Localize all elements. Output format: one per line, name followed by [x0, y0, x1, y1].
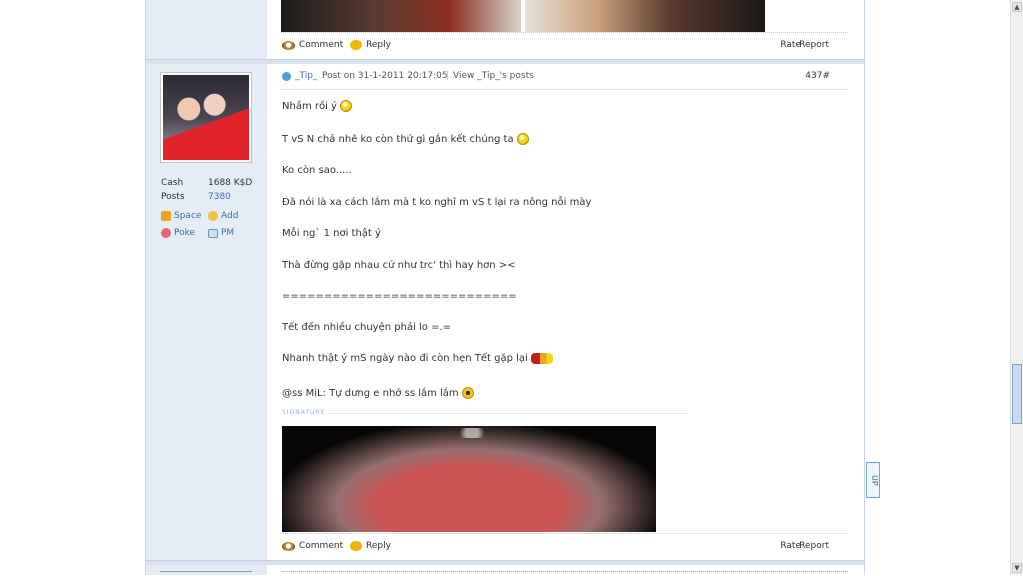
add-friend-icon [208, 211, 218, 221]
scroll-up-arrow-icon[interactable]: ▲ [1012, 2, 1022, 12]
vertical-scrollbar[interactable]: ▲ ▼ [1010, 0, 1023, 575]
post-line-text: T vS N chả nhẽ ko còn thứ gì gắn kết chú… [282, 133, 514, 145]
avatar[interactable] [160, 72, 252, 163]
divider [281, 89, 848, 90]
post-line-text: Ko còn sao..... [282, 165, 352, 176]
post-separator [146, 560, 864, 565]
smiley-icon [516, 133, 529, 145]
posts-label: Posts [161, 192, 185, 202]
space-link[interactable]: Space [161, 211, 201, 221]
add-friend-link[interactable]: Add [208, 211, 238, 221]
signature-label: SIGNATURE [282, 409, 326, 416]
posts-stat: Posts 7380 [161, 192, 231, 202]
header-separator: | [446, 71, 450, 81]
space-label: Space [174, 211, 202, 221]
space-icon [161, 211, 171, 221]
reply-label: Reply [366, 541, 391, 551]
cash-stat: Cash 1688 K$D [161, 178, 252, 188]
post-line: Ko còn sao..... [282, 165, 352, 176]
smiley-icon [339, 100, 352, 112]
poke-link[interactable]: Poke [161, 228, 195, 238]
post-line: T vS N chả nhẽ ko còn thứ gì gắn kết chú… [282, 133, 529, 145]
rate-link[interactable]: Rate [780, 541, 801, 551]
post-line: ============================ [282, 291, 517, 302]
next-post-header [282, 571, 848, 576]
post-body: _Tip_ Post on 31-1-2011 20:17:05 | View … [267, 0, 864, 575]
poke-label: Poke [174, 228, 196, 238]
post-line-text: ============================ [282, 291, 517, 302]
post-line-text: @ss MiL: Tự dưng e nhớ ss lắm lắm [282, 387, 459, 399]
post-line: Thà đừng gặp nhau cứ như trc' thì hay hơ… [282, 260, 516, 271]
post-line: @ss MiL: Tự dưng e nhớ ss lắm lắm [282, 387, 474, 399]
post-line-text: Nhầm rồi ý [282, 100, 337, 112]
post-line-text: Thà đừng gặp nhau cứ như trc' thì hay hơ… [282, 260, 516, 271]
cash-value: 1688 K$D [208, 178, 253, 188]
add-label: Add [221, 211, 239, 221]
post-actions: Comment Reply Rate Report [282, 541, 848, 555]
car-icon [530, 353, 553, 364]
posts-value[interactable]: 7380 [208, 192, 231, 202]
comment-button[interactable]: Comment [282, 541, 343, 551]
post-line: Nhanh thật ý mS ngày nào đi còn hẹn Tết … [282, 353, 553, 364]
cash-label: Cash [161, 178, 184, 188]
pm-link[interactable]: PM [208, 228, 234, 238]
reply-button[interactable]: Reply [350, 541, 391, 551]
post-line: Tết đến nhiều chuyện phải lo =.= [282, 322, 451, 333]
view-posts-link[interactable]: View _Tip_'s posts [453, 71, 534, 81]
pm-icon [208, 228, 218, 238]
signature-divider [329, 413, 687, 414]
post-line: Đã nói là xa cách lắm mà t ko nghĩ m vS … [282, 197, 591, 208]
post-header: _Tip_ Post on 31-1-2011 20:17:05 | View … [282, 70, 848, 84]
post-line-text: Mỗi ng` 1 nơi thật ý [282, 228, 381, 239]
avatar-image [163, 75, 249, 160]
online-icon [282, 72, 291, 81]
comment-icon [282, 541, 295, 551]
report-link[interactable]: Report [799, 541, 829, 551]
reply-icon [350, 541, 362, 551]
signature-stage-lights [452, 428, 492, 438]
thread-container: Cash 1688 K$D Posts 7380 Space Add Poke … [145, 0, 865, 575]
pm-label: PM [221, 228, 235, 238]
post-line-text: Nhanh thật ý mS ngày nào đi còn hẹn Tết … [282, 353, 528, 364]
smiley-icon [461, 387, 474, 399]
author-link[interactable]: _Tip_ [295, 71, 317, 81]
post-line: Nhầm rồi ý [282, 100, 352, 112]
post-line-text: Đã nói là xa cách lắm mà t ko nghĩ m vS … [282, 197, 592, 208]
divider [281, 533, 848, 534]
floor-number[interactable]: 437# [805, 71, 830, 81]
signature-image [282, 426, 656, 532]
poke-icon [161, 228, 171, 238]
post-line-text: Tết đến nhiều chuyện phải lo =.= [282, 322, 452, 333]
scrollbar-thumb[interactable] [1012, 364, 1022, 424]
scroll-down-arrow-icon[interactable]: ▼ [1012, 563, 1022, 573]
comment-label: Comment [299, 541, 344, 551]
next-avatar [160, 571, 252, 576]
user-sidebar-column: Cash 1688 K$D Posts 7380 Space Add Poke … [146, 0, 267, 575]
scroll-to-top-button[interactable]: UP [866, 462, 880, 498]
post-date: Post on 31-1-2011 20:17:05 [322, 71, 448, 81]
post-line: Mỗi ng` 1 nơi thật ý [282, 228, 381, 239]
